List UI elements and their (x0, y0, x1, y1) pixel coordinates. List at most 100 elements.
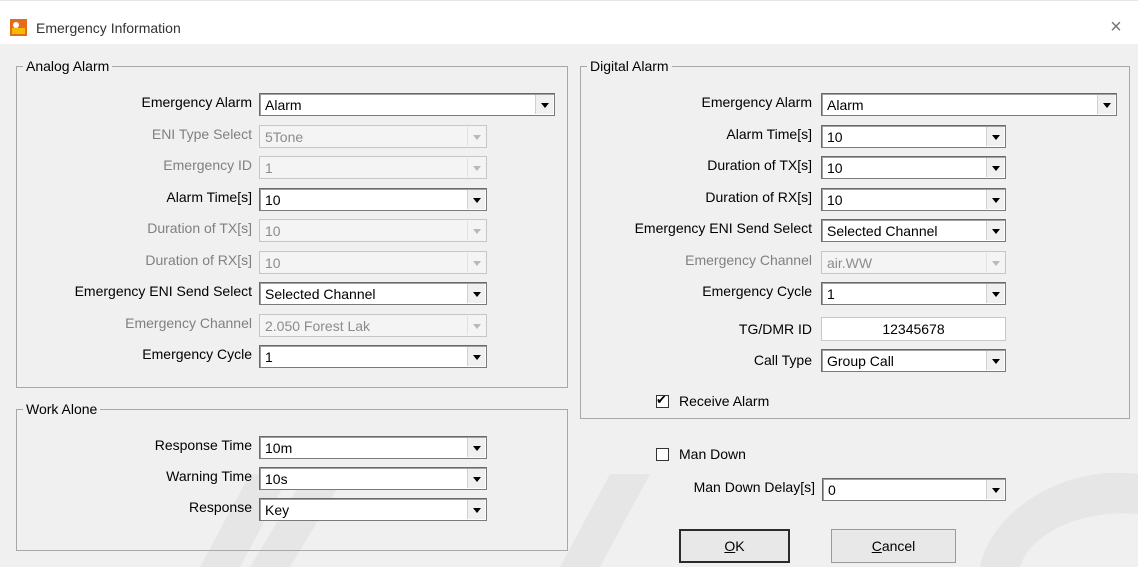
work-alone-row-label: Response (188, 499, 252, 515)
chevron-down-icon[interactable] (986, 126, 1004, 146)
digital-row-value: 1 (827, 286, 835, 302)
chevron-down-icon (467, 158, 485, 177)
man-down-delay-label: Man Down Delay[s] (693, 479, 815, 495)
analog-row-label: Emergency ENI Send Select (74, 283, 252, 299)
work-alone-row-select[interactable]: 10s (259, 467, 487, 490)
chevron-down-icon[interactable] (986, 351, 1004, 370)
digital-row-label: Emergency Channel (685, 251, 812, 268)
analog-row-label: Emergency Cycle (142, 346, 252, 362)
digital-row-label: Emergency Cycle (702, 283, 812, 299)
analog-row-select[interactable]: Selected Channel (259, 282, 487, 305)
digital-row-value: 10 (827, 191, 843, 208)
chevron-down-icon[interactable] (467, 500, 485, 519)
work-alone-row-value: 10s (265, 471, 288, 487)
digital-row-select[interactable]: 10 (821, 124, 1006, 148)
receive-alarm-checkbox[interactable]: ✔ (656, 392, 669, 408)
chevron-down-icon[interactable] (1097, 95, 1115, 114)
work-alone-row-label: Warning Time (166, 468, 252, 484)
app-icon (10, 19, 27, 36)
digital-row-label: Alarm Time[s] (726, 125, 812, 142)
cancel-mnemonic: C (871, 538, 882, 554)
digital-row-select: air.WW (821, 250, 1006, 274)
man-down-checkbox[interactable] (656, 448, 669, 461)
ok-mnemonic: O (724, 538, 736, 554)
chevron-down-icon[interactable] (467, 189, 485, 209)
digital-row-label: Emergency Alarm (701, 94, 812, 110)
cancel-button[interactable]: Cancel (831, 529, 956, 563)
dialog-client: Analog Alarm Emergency Alarm Alarm ENI Typ… (0, 44, 1138, 567)
tg-dmr-id-field[interactable]: 12345678 (821, 317, 1006, 341)
tg-dmr-id-value: 12345678 (882, 321, 945, 337)
digital-row-label: Duration of RX[s] (705, 188, 812, 205)
analog-row-label: Emergency Channel (125, 314, 252, 331)
work-alone-legend: Work Alone (23, 401, 101, 417)
analog-row-value: 1 (265, 160, 273, 176)
call-type-label: Call Type (753, 352, 812, 368)
digital-row-value: Alarm (827, 97, 864, 113)
analog-row-select: 10 (259, 219, 487, 242)
work-alone-row-value: Key (265, 502, 290, 518)
analog-alarm-legend: Analog Alarm (23, 58, 113, 74)
chevron-down-icon (467, 315, 485, 335)
analog-row-value: Selected Channel (265, 286, 376, 302)
chevron-down-icon (467, 126, 485, 146)
man-down-label[interactable]: Man Down (679, 445, 746, 463)
chevron-down-icon[interactable] (535, 95, 553, 114)
analog-row-value: 10 (265, 223, 281, 239)
analog-row-select[interactable]: Alarm (259, 93, 555, 116)
work-alone-row-value: 10m (265, 440, 293, 456)
digital-row-value: 10 (827, 160, 843, 176)
analog-row-value: 5Tone (265, 128, 304, 145)
analog-row-value: 2.050 Forest Lak (265, 317, 371, 334)
chevron-down-icon[interactable] (986, 480, 1004, 499)
chevron-down-icon[interactable] (467, 469, 485, 488)
chevron-down-icon (467, 252, 485, 272)
chevron-down-icon[interactable] (986, 221, 1004, 240)
analog-row-select: 1 (259, 156, 487, 179)
work-alone-row-select[interactable]: 10m (259, 436, 487, 459)
digital-row-select[interactable]: Alarm (821, 93, 1117, 116)
analog-row-label: Duration of RX[s] (145, 251, 252, 268)
analog-row-select[interactable]: 10 (259, 187, 487, 211)
chevron-down-icon[interactable] (467, 284, 485, 303)
analog-row-value: 1 (265, 349, 273, 365)
digital-row-label: Emergency ENI Send Select (634, 220, 812, 236)
digital-row-select[interactable]: 1 (821, 282, 1006, 305)
ok-button[interactable]: OK (679, 529, 790, 563)
call-type-value: Group Call (827, 353, 894, 369)
title-bar: Emergency Information × (0, 0, 1138, 42)
digital-row-label: Duration of TX[s] (707, 157, 812, 173)
analog-row-label: ENI Type Select (151, 125, 252, 142)
receive-alarm-label[interactable]: Receive Alarm (679, 392, 769, 410)
chevron-down-icon (467, 221, 485, 240)
close-icon[interactable]: × (1104, 15, 1128, 39)
chevron-down-icon[interactable] (986, 158, 1004, 177)
man-down-delay-select[interactable]: 0 (822, 478, 1006, 501)
digital-row-select[interactable]: 10 (821, 156, 1006, 179)
chevron-down-icon[interactable] (467, 347, 485, 366)
analog-row-value: 10 (265, 191, 281, 208)
chevron-down-icon[interactable] (986, 189, 1004, 209)
analog-row-label: Duration of TX[s] (147, 220, 252, 236)
call-type-select[interactable]: Group Call (821, 349, 1006, 372)
analog-row-select[interactable]: 1 (259, 345, 487, 368)
cancel-label-rest: ancel (881, 538, 916, 554)
man-down-delay-value: 0 (828, 482, 836, 498)
digital-row-select[interactable]: 10 (821, 187, 1006, 211)
digital-row-value: 10 (827, 128, 843, 145)
work-alone-row-label: Response Time (154, 437, 252, 453)
chevron-down-icon[interactable] (467, 438, 485, 457)
ok-label-rest: K (735, 538, 745, 554)
chevron-down-icon (986, 252, 1004, 272)
digital-row-select[interactable]: Selected Channel (821, 219, 1006, 242)
analog-row-value: Alarm (265, 97, 302, 113)
analog-row-label: Emergency ID (163, 157, 252, 173)
work-alone-row-select[interactable]: Key (259, 498, 487, 521)
analog-row-value: 10 (265, 254, 281, 271)
analog-row-label: Alarm Time[s] (166, 188, 252, 205)
chevron-down-icon[interactable] (986, 284, 1004, 303)
analog-row-select: 2.050 Forest Lak (259, 313, 487, 337)
tg-dmr-id-label: TG/DMR ID (738, 321, 812, 337)
checkmark-icon: ✔ (656, 392, 667, 407)
digital-row-value: air.WW (827, 254, 873, 271)
